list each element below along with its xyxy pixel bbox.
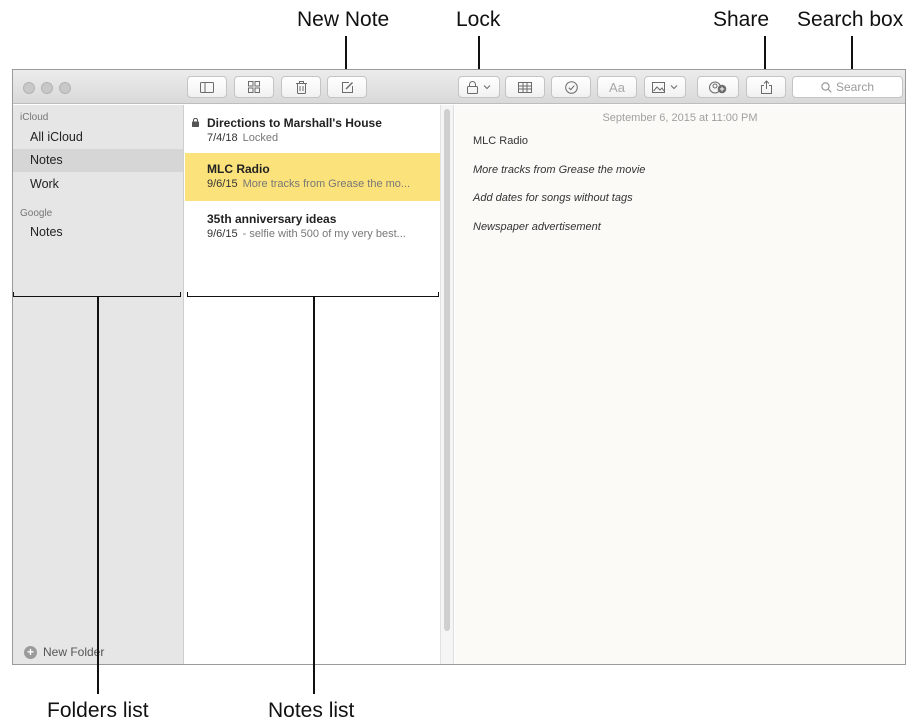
note-date: 9/6/15: [207, 178, 238, 190]
zoom-window-button[interactable]: [59, 82, 71, 94]
sidebar-icon: [200, 81, 214, 93]
share-button[interactable]: [746, 76, 786, 98]
search-placeholder: Search: [835, 80, 875, 94]
folder-all-icloud[interactable]: All iCloud: [13, 126, 183, 149]
folders-list-line: [97, 297, 99, 694]
note-date: 7/4/18: [207, 132, 238, 144]
note-item-selected[interactable]: MLC Radio 9/6/15 More tracks from Grease …: [185, 153, 440, 201]
note-item[interactable]: Directions to Marshall's House 7/4/18 Loc…: [185, 107, 440, 155]
callout-new-note-line: [345, 36, 347, 72]
trash-icon: [295, 80, 307, 94]
share-icon: [760, 80, 772, 94]
notes-list-line: [313, 297, 315, 694]
folders-sidebar: iCloud All iCloud Notes Work Google Note…: [13, 105, 184, 664]
toolbar: Aa Search: [13, 70, 905, 104]
note-body-title: MLC Radio: [473, 135, 529, 147]
account-header-icloud: iCloud: [20, 112, 49, 123]
folder-work[interactable]: Work: [13, 173, 183, 196]
note-date-header: September 6, 2015 at 11:00 PM: [602, 112, 758, 124]
callout-share: Share: [713, 8, 770, 31]
checkmark-circle-icon: [564, 80, 578, 94]
note-body-line: More tracks from Grease the movie: [473, 164, 646, 176]
add-photo-button[interactable]: [644, 76, 686, 98]
grid-icon: [248, 81, 260, 93]
callout-notes-list: Notes list: [268, 699, 355, 722]
note-item[interactable]: 35th anniversary ideas 9/6/15 - selfie wi…: [185, 203, 440, 251]
minimize-window-button[interactable]: [41, 82, 53, 94]
note-preview: Locked: [242, 132, 279, 144]
account-header-google: Google: [20, 208, 53, 219]
compose-icon: [341, 81, 353, 93]
note-title: MLC Radio: [207, 162, 270, 176]
callout-search-box: Search box: [797, 8, 904, 31]
plus-circle-icon: +: [24, 645, 37, 659]
delete-note-button[interactable]: [281, 76, 321, 98]
note-date: 9/6/15: [207, 228, 238, 240]
photo-icon: [652, 81, 665, 93]
note-preview: More tracks from Grease the mo...: [242, 178, 411, 190]
chevron-down-icon: [483, 85, 491, 90]
search-input[interactable]: Search: [792, 76, 903, 98]
note-body-line: Newspaper advertisement: [473, 221, 601, 233]
new-folder-button[interactable]: + New Folder: [24, 645, 104, 659]
search-icon: [821, 81, 832, 93]
note-title: 35th anniversary ideas: [207, 212, 337, 226]
notes-window: Aa Search iCloud All iCloud Notes Work G…: [12, 69, 906, 665]
chevron-down-icon: [670, 85, 678, 90]
folder-notes-icloud[interactable]: Notes: [13, 149, 183, 172]
table-button[interactable]: [505, 76, 545, 98]
new-folder-label: New Folder: [43, 645, 105, 659]
callout-lock: Lock: [456, 8, 501, 31]
checklist-button[interactable]: [551, 76, 591, 98]
lock-icon: [192, 118, 199, 127]
note-meta: 7/4/18 Locked: [207, 132, 437, 144]
lock-note-button[interactable]: [458, 76, 500, 98]
table-icon: [518, 81, 532, 93]
note-preview: - selfie with 500 of my very best...: [242, 228, 406, 240]
folder-notes-google[interactable]: Notes: [13, 221, 183, 244]
add-people-button[interactable]: [697, 76, 739, 98]
note-meta: 9/6/15 More tracks from Grease the mo...: [207, 178, 437, 190]
callout-new-note: New Note: [297, 8, 390, 31]
callout-folders-list: Folders list: [47, 699, 149, 722]
lock-icon: [467, 80, 478, 94]
note-body-line: Add dates for songs without tags: [473, 192, 633, 204]
note-meta: 9/6/15 - selfie with 500 of my very best.…: [207, 228, 437, 240]
note-editor[interactable]: September 6, 2015 at 11:00 PM MLC Radio …: [455, 105, 905, 664]
notes-list-scrollbar[interactable]: [440, 105, 454, 664]
scrollbar-thumb[interactable]: [444, 109, 450, 631]
new-note-button[interactable]: [327, 76, 367, 98]
close-window-button[interactable]: [23, 82, 35, 94]
show-folders-button[interactable]: [187, 76, 227, 98]
add-people-icon: [709, 81, 727, 93]
attachments-view-button[interactable]: [234, 76, 274, 98]
format-button[interactable]: Aa: [597, 76, 637, 98]
note-title: Directions to Marshall's House: [207, 116, 382, 130]
